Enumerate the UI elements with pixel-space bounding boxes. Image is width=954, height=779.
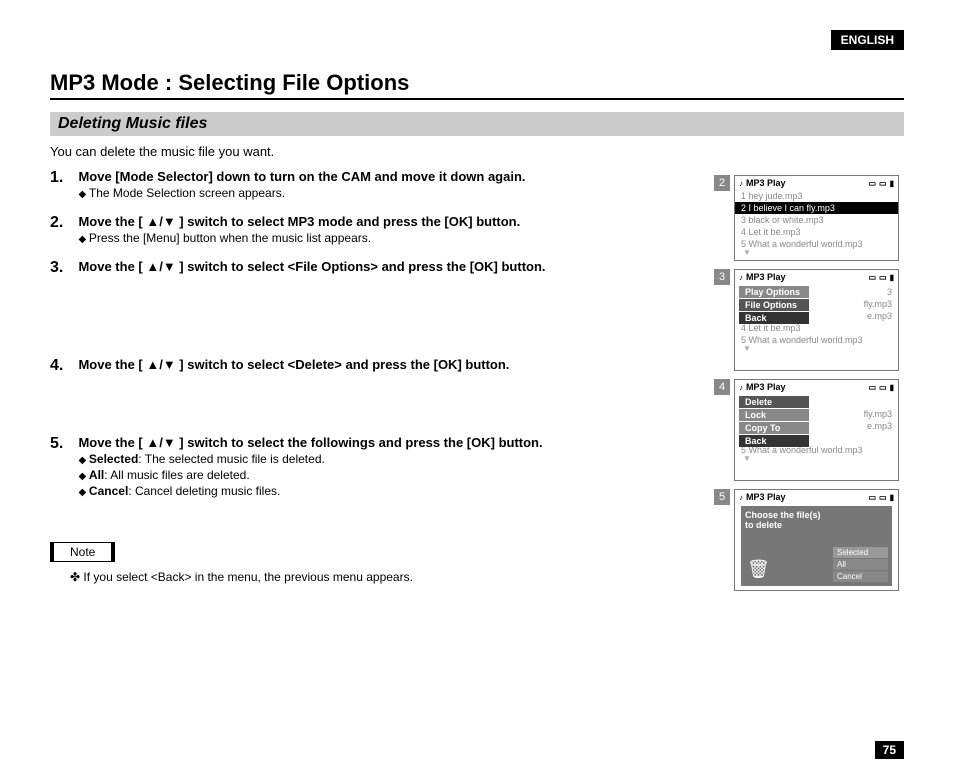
status-icon: ▭ <box>868 179 876 188</box>
card-icon: ▭ <box>879 383 887 392</box>
device-screen-2: ♪ MP3 Play ▭ ▭ ▮ 1 hey jude.mp3 2 I beli… <box>734 175 899 261</box>
battery-icon: ▮ <box>890 383 894 392</box>
status-icon: ▭ <box>868 273 876 282</box>
step-number: 5. <box>50 435 74 453</box>
step-text: Move the [ ▲/▼ ] switch to select the fo… <box>78 435 542 450</box>
step-number: 3. <box>50 259 74 277</box>
screenshot-number: 3 <box>714 269 730 285</box>
dialog-text: to delete <box>745 520 888 530</box>
screen-title: MP3 Play <box>746 272 865 282</box>
track-row: 5 What a wonderful world.mp3 <box>735 238 898 250</box>
menu-item: Play Options <box>739 286 809 298</box>
menu-item: Back <box>739 312 809 324</box>
step-text: Move [Mode Selector] down to turn on the… <box>78 169 525 184</box>
screenshot-number: 2 <box>714 175 730 191</box>
menu-item-selected: File Options <box>739 299 809 311</box>
step-text: Move the [ ▲/▼ ] switch to select <Delet… <box>78 357 509 372</box>
menu-overlay: Play Options File Options Back <box>739 286 809 325</box>
device-screen-4: ♪ MP3 Play ▭ ▭ ▮ fly.mp3 e.mp3 5 What a … <box>734 379 899 481</box>
screen-title: MP3 Play <box>746 382 865 392</box>
screen-title: MP3 Play <box>746 178 865 188</box>
step-sub: The Mode Selection screen appears. <box>78 186 668 200</box>
menu-overlay: Delete Lock Copy To Back <box>739 396 809 448</box>
step-sub: Selected: The selected music file is del… <box>78 452 668 466</box>
battery-icon: ▮ <box>890 493 894 502</box>
menu-item: Back <box>739 435 809 447</box>
card-icon: ▭ <box>879 273 887 282</box>
screenshots-column: 2 ♪ MP3 Play ▭ ▭ ▮ 1 hey jude.mp3 2 I be… <box>734 175 904 599</box>
menu-item: Copy To <box>739 422 809 434</box>
track-row: 3 black or white.mp3 <box>735 214 898 226</box>
music-icon: ♪ <box>739 493 743 502</box>
device-screen-3: ♪ MP3 Play ▭ ▭ ▮ 3 fly.mp3 e.mp3 4 Let i… <box>734 269 899 371</box>
track-row: 4 Let it be.mp3 <box>735 226 898 238</box>
music-icon: ♪ <box>739 179 743 188</box>
dialog-option-selected: Selected <box>833 547 888 558</box>
device-screen-5: ♪ MP3 Play ▭ ▭ ▮ Choose the file(s) to d… <box>734 489 899 591</box>
scroll-down-icon: ▼ <box>735 250 898 256</box>
card-icon: ▭ <box>879 179 887 188</box>
intro-text: You can delete the music file you want. <box>50 144 904 159</box>
scroll-down-icon: ▼ <box>735 456 898 462</box>
step-number: 1. <box>50 169 74 187</box>
step-number: 2. <box>50 214 74 232</box>
dialog-text: Choose the file(s) <box>745 510 888 520</box>
screenshot-number: 4 <box>714 379 730 395</box>
status-icon: ▭ <box>868 383 876 392</box>
screen-title: MP3 Play <box>746 492 865 502</box>
note-label: Note <box>50 542 115 562</box>
dialog-option: Cancel <box>833 571 888 582</box>
track-row-selected: 2 I believe I can fly.mp3 <box>735 202 898 214</box>
language-tab: ENGLISH <box>831 30 904 50</box>
track-row: 1 hey jude.mp3 <box>735 190 898 202</box>
step-number: 4. <box>50 357 74 375</box>
menu-item: Lock <box>739 409 809 421</box>
step-text: Move the [ ▲/▼ ] switch to select <File … <box>78 259 545 274</box>
menu-item-selected: Delete <box>739 396 809 408</box>
battery-icon: ▮ <box>890 273 894 282</box>
card-icon: ▭ <box>879 493 887 502</box>
step-sub: All: All music files are deleted. <box>78 468 668 482</box>
track-row: 5 What a wonderful world.mp3 <box>735 334 898 346</box>
music-icon: ♪ <box>739 383 743 392</box>
screenshot-number: 5 <box>714 489 730 505</box>
page-number: 75 <box>875 741 904 759</box>
status-icon: ▭ <box>868 493 876 502</box>
step-sub: Cancel: Cancel deleting music files. <box>78 484 668 498</box>
page-title: MP3 Mode : Selecting File Options <box>50 70 904 100</box>
music-icon: ♪ <box>739 273 743 282</box>
scroll-down-icon: ▼ <box>735 346 898 352</box>
trash-icon: 🗑 <box>747 559 770 580</box>
step-text: Move the [ ▲/▼ ] switch to select MP3 mo… <box>78 214 520 229</box>
section-heading: Deleting Music files <box>50 112 904 136</box>
delete-dialog: Choose the file(s) to delete 🗑 Selected … <box>741 506 892 586</box>
dialog-option: All <box>833 559 888 570</box>
step-sub: Press the [Menu] button when the music l… <box>78 231 668 245</box>
battery-icon: ▮ <box>890 179 894 188</box>
